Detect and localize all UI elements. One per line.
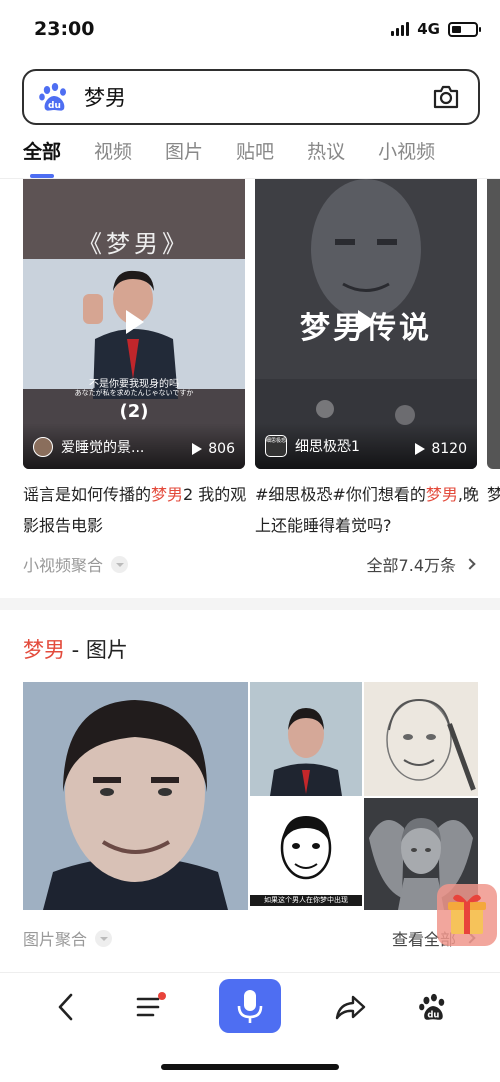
thumb-subtitle-jp: あなたが私を求めたんじゃないですか — [74, 389, 194, 397]
baidu-paw-icon: du — [38, 81, 70, 113]
image-result[interactable] — [250, 682, 362, 796]
thumb-title: 《梦男》 — [78, 230, 190, 258]
avatar: 细思极恐 — [265, 435, 287, 457]
image-result[interactable] — [23, 682, 248, 910]
video-title[interactable]: 梦 — [487, 479, 500, 510]
images-section-title[interactable]: 梦男 - 图片 — [23, 634, 128, 664]
video-card[interactable]: 梦男传说 细思极恐 细思极恐1 8120 #细思极恐#你们想看的梦男,晚上还能睡… — [255, 179, 479, 541]
video-carousel[interactable]: 《梦男》 不是你要我现身的吗 あなたが私を求めたんじゃないですか (2) 爱睡觉… — [0, 179, 500, 599]
search-box[interactable]: du 梦男 — [22, 69, 480, 125]
images-footer: 图片聚合 查看全部 — [0, 922, 500, 956]
camera-icon[interactable] — [432, 83, 460, 111]
battery-icon — [448, 21, 481, 37]
video-card[interactable]: 梦 — [487, 179, 500, 510]
menu-icon[interactable] — [120, 979, 180, 1035]
tab-all[interactable]: 全部 — [23, 138, 61, 180]
video-thumbnail[interactable]: 梦男传说 细思极恐 细思极恐1 8120 — [255, 179, 477, 469]
video-thumbnail[interactable] — [487, 179, 500, 469]
video-source[interactable]: 小视频聚合 — [23, 552, 129, 576]
section-divider — [0, 598, 500, 610]
notification-dot — [158, 992, 166, 1000]
back-icon[interactable] — [36, 979, 96, 1035]
all-videos-link[interactable]: 全部7.4万条 — [367, 552, 476, 576]
video-author[interactable]: 爱睡觉的景... — [33, 437, 144, 457]
avatar — [33, 437, 53, 457]
play-count-value: 806 — [208, 441, 235, 457]
microphone-icon — [237, 990, 263, 1023]
image-caption: 如果这个男人在你梦中出现 — [250, 895, 362, 906]
image-result[interactable] — [364, 682, 478, 796]
video-thumbnail[interactable]: 《梦男》 不是你要我现身的吗 あなたが私を求めたんじゃないですか (2) 爱睡觉… — [23, 179, 245, 469]
share-icon[interactable] — [320, 979, 380, 1035]
svg-text:du: du — [427, 1009, 439, 1019]
baidu-paw-icon[interactable]: du — [403, 979, 463, 1035]
play-icon[interactable] — [126, 310, 144, 334]
result-tabs: 全部 视频 图片 贴吧 热议 小视频 — [0, 138, 500, 180]
play-icon[interactable] — [358, 310, 376, 334]
author-name: 爱睡觉的景... — [61, 440, 145, 456]
video-author[interactable]: 细思极恐 细思极恐1 — [265, 435, 360, 457]
signal-icon — [391, 22, 410, 36]
play-count-value: 8120 — [431, 441, 467, 457]
play-count: 8120 — [415, 441, 467, 457]
tab-tieba[interactable]: 贴吧 — [236, 138, 274, 180]
status-bar: 23:00 4G — [0, 0, 500, 62]
thumb-episode: (2) — [119, 401, 149, 422]
play-count-icon — [192, 443, 203, 455]
video-footer: 小视频聚合 全部7.4万条 — [0, 548, 500, 582]
tab-images[interactable]: 图片 — [165, 138, 203, 180]
tab-discussion[interactable]: 热议 — [307, 138, 345, 180]
play-count: 806 — [192, 441, 235, 457]
video-card[interactable]: 《梦男》 不是你要我现身的吗 あなたが私を求めたんじゃないですか (2) 爱睡觉… — [23, 179, 246, 541]
status-time: 23:00 — [34, 18, 95, 40]
image-result[interactable]: 如果这个男人在你梦中出现 — [250, 798, 362, 910]
search-input[interactable]: 梦男 — [84, 82, 126, 112]
home-indicator[interactable] — [161, 1064, 339, 1070]
gift-icon[interactable] — [437, 884, 497, 946]
network-type: 4G — [417, 20, 440, 38]
play-count-icon — [415, 443, 426, 455]
image-grid: 如果这个男人在你梦中出现 — [23, 682, 478, 910]
tab-short-video[interactable]: 小视频 — [378, 138, 435, 180]
video-title[interactable]: #细思极恐#你们想看的梦男,晚上还能睡得着觉吗? — [255, 479, 481, 541]
svg-text:du: du — [48, 101, 61, 111]
image-source[interactable]: 图片聚合 — [23, 926, 113, 950]
dropdown-icon[interactable] — [95, 929, 113, 947]
chevron-right-icon — [464, 558, 476, 570]
dropdown-icon[interactable] — [111, 555, 129, 573]
tab-video[interactable]: 视频 — [94, 138, 132, 180]
status-indicators: 4G — [391, 20, 481, 38]
author-name: 细思极恐1 — [295, 439, 360, 455]
microphone-button[interactable] — [219, 979, 281, 1033]
video-title[interactable]: 谣言是如何传播的梦男2 我的观影报告电影 — [23, 479, 249, 541]
